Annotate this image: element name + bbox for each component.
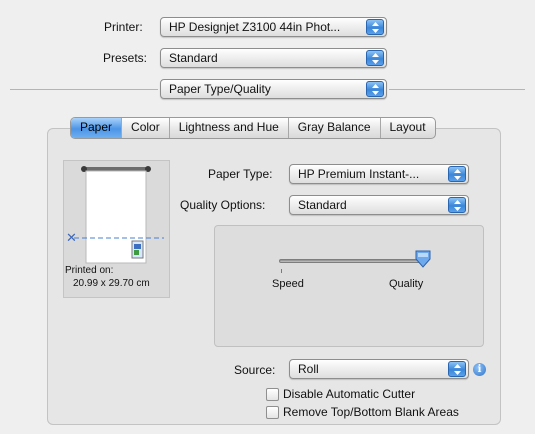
- scissors-icon: ✕: [66, 230, 77, 245]
- printer-label: Printer:: [104, 20, 143, 34]
- tab-paper[interactable]: Paper: [71, 118, 123, 138]
- paper-type-label: Paper Type:: [208, 167, 273, 181]
- updown-arrows-icon: [448, 166, 466, 182]
- tab-gray-balance[interactable]: Gray Balance: [289, 118, 381, 138]
- tab-color[interactable]: Color: [122, 118, 170, 138]
- paper-type-popup[interactable]: HP Premium Instant-...: [289, 164, 469, 184]
- source-value: Roll: [298, 362, 319, 376]
- slider-thumb[interactable]: [415, 250, 431, 268]
- paper-type-value: HP Premium Instant-...: [298, 167, 420, 181]
- updown-arrows-icon: [366, 50, 384, 66]
- quality-options-label: Quality Options:: [180, 198, 266, 212]
- printer-popup[interactable]: HP Designjet Z3100 44in Phot...: [160, 17, 387, 37]
- quality-options-popup[interactable]: Standard: [289, 195, 469, 215]
- printed-on-label: Printed on:: [65, 265, 114, 276]
- updown-arrows-icon: [448, 361, 466, 377]
- slider-max-label: Quality: [389, 278, 424, 290]
- quality-options-value: Standard: [298, 198, 347, 212]
- updown-arrows-icon: [366, 81, 384, 97]
- printed-on-size: 20.99 x 29.70 cm: [73, 278, 150, 289]
- panel-selector-popup[interactable]: Paper Type/Quality: [160, 79, 387, 99]
- separator-left: [10, 89, 158, 90]
- quality-slider-box: Speed Quality: [214, 225, 484, 347]
- tab-lightness-and-hue[interactable]: Lightness and Hue: [170, 118, 289, 138]
- tab-layout[interactable]: Layout: [381, 118, 435, 138]
- slider-min-label: Speed: [272, 278, 304, 290]
- updown-arrows-icon: [448, 197, 466, 213]
- source-label: Source:: [234, 363, 276, 377]
- info-icon[interactable]: i: [473, 363, 486, 376]
- separator-right: [389, 89, 525, 90]
- panel-selector-value: Paper Type/Quality: [169, 82, 271, 96]
- disable-automatic-cutter-label[interactable]: Disable Automatic Cutter: [283, 387, 415, 401]
- updown-arrows-icon: [366, 19, 384, 35]
- remove-blank-areas-checkbox[interactable]: [266, 406, 279, 419]
- presets-value: Standard: [169, 51, 218, 65]
- remove-blank-areas-label[interactable]: Remove Top/Bottom Blank Areas: [283, 405, 459, 419]
- presets-popup[interactable]: Standard: [160, 48, 387, 68]
- disable-automatic-cutter-checkbox[interactable]: [266, 388, 279, 401]
- slider-track[interactable]: [279, 259, 423, 263]
- slider-min-tick: [281, 269, 282, 273]
- printer-value: HP Designjet Z3100 44in Phot...: [169, 20, 341, 34]
- source-popup[interactable]: Roll: [289, 359, 469, 379]
- paper-preview: ✕ Printed on: 20.99 x 29.70 cm: [63, 160, 170, 298]
- tab-bar: Paper Color Lightness and Hue Gray Balan…: [70, 117, 436, 139]
- presets-label: Presets:: [103, 51, 148, 65]
